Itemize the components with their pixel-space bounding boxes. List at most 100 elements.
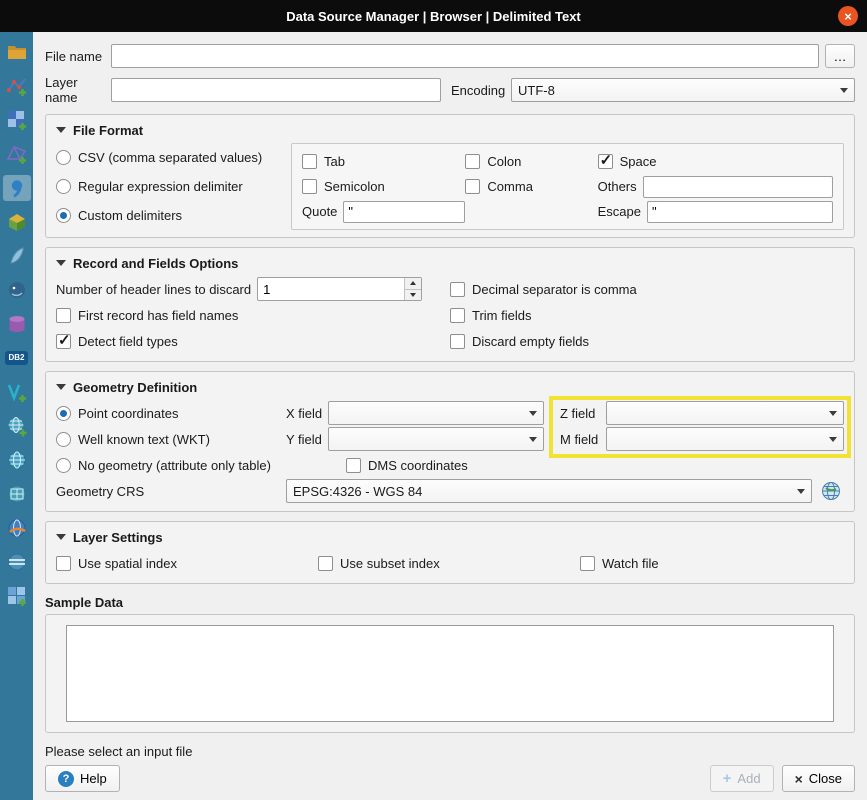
others-input[interactable] — [643, 176, 833, 198]
z-field-label: Z field — [560, 406, 606, 421]
radio-regexp-label: Regular expression delimiter — [78, 179, 243, 194]
sidebar-item-raster[interactable] — [3, 107, 31, 133]
checkbox-indicator — [465, 154, 480, 169]
z-field-select[interactable] — [606, 401, 844, 425]
radio-wkt[interactable]: Well known text (WKT) — [56, 432, 286, 447]
sidebar-item-wms-wmts[interactable] — [3, 447, 31, 473]
x-field-select[interactable] — [328, 401, 544, 425]
radio-indicator — [56, 150, 71, 165]
radio-point-coordinates[interactable]: Point coordinates — [56, 406, 286, 421]
sidebar-item-vector[interactable] — [3, 73, 31, 99]
record-fields-title: Record and Fields Options — [73, 256, 238, 271]
sidebar-item-wfs[interactable] — [3, 515, 31, 541]
sidebar-item-virtual-layer[interactable] — [3, 379, 31, 405]
record-fields-group: Record and Fields Options Number of head… — [45, 247, 855, 362]
collapse-arrow-icon — [56, 534, 66, 540]
escape-input[interactable] — [647, 201, 833, 223]
spin-up-button[interactable] — [405, 278, 421, 289]
radio-csv[interactable]: CSV (comma separated values) — [56, 150, 281, 165]
quote-input[interactable] — [343, 201, 465, 223]
chevron-down-icon — [797, 489, 805, 494]
help-button[interactable]: ? Help — [45, 765, 120, 792]
radio-no-geometry[interactable]: No geometry (attribute only table) — [56, 458, 336, 473]
add-button[interactable]: + Add — [710, 765, 774, 792]
checkbox-trim-fields-label: Trim fields — [472, 308, 531, 323]
checkbox-use-subset-index[interactable]: Use subset index — [318, 556, 580, 571]
sidebar-item-arcgis-rest[interactable] — [3, 549, 31, 575]
escape-label: Escape — [598, 204, 641, 219]
checkbox-first-record[interactable]: First record has field names — [56, 308, 450, 323]
checkbox-decimal-comma[interactable]: Decimal separator is comma — [450, 282, 844, 297]
checkbox-space[interactable]: Space — [598, 154, 833, 169]
layer-name-input[interactable] — [111, 78, 441, 102]
radio-indicator — [56, 458, 71, 473]
sidebar-item-delimited-text[interactable] — [3, 175, 31, 201]
sidebar-item-vector-tile[interactable] — [3, 583, 31, 609]
others-label: Others — [598, 179, 637, 194]
dialog-content: File name … Layer name Encoding UTF-8 Fi… — [33, 32, 867, 800]
sidebar-item-wcs[interactable] — [3, 481, 31, 507]
checkbox-detect-field-types-label: Detect field types — [78, 334, 178, 349]
window-close-button[interactable]: × — [838, 6, 858, 26]
geometry-crs-select[interactable]: EPSG:4326 - WGS 84 — [286, 479, 812, 503]
x-field-label: X field — [286, 406, 328, 421]
sidebar-item-spatialite[interactable] — [3, 243, 31, 269]
sidebar-item-postgresql[interactable] — [3, 277, 31, 303]
sidebar-item-mesh[interactable] — [3, 141, 31, 167]
sidebar-item-sap-hana[interactable] — [3, 413, 31, 439]
checkbox-indicator — [465, 179, 480, 194]
header-lines-label: Number of header lines to discard — [56, 282, 251, 297]
close-button[interactable]: × Close — [782, 765, 855, 792]
y-field-label: Y field — [286, 432, 328, 447]
encoding-label: Encoding — [451, 83, 511, 98]
record-fields-group-header[interactable]: Record and Fields Options — [56, 252, 844, 274]
chevron-down-icon — [840, 88, 848, 93]
m-field-select[interactable] — [606, 427, 844, 451]
encoding-select[interactable]: UTF-8 — [511, 78, 855, 102]
checkbox-discard-empty-label: Discard empty fields — [472, 334, 589, 349]
layer-settings-group-header[interactable]: Layer Settings — [56, 526, 844, 548]
checkbox-indicator — [56, 308, 71, 323]
sidebar-item-browser[interactable] — [3, 39, 31, 65]
data-source-manager-window: Data Source Manager | Browser | Delimite… — [0, 0, 867, 800]
collapse-arrow-icon — [56, 127, 66, 133]
checkbox-semicolon[interactable]: Semicolon — [302, 179, 465, 194]
checkbox-indicator — [450, 334, 465, 349]
file-name-label: File name — [45, 49, 111, 64]
radio-custom-delimiters[interactable]: Custom delimiters — [56, 208, 281, 223]
checkbox-tab[interactable]: Tab — [302, 154, 465, 169]
checkbox-indicator — [346, 458, 361, 473]
sidebar-item-geopackage[interactable] — [3, 209, 31, 235]
checkbox-trim-fields[interactable]: Trim fields — [450, 308, 844, 323]
header-lines-input[interactable] — [257, 277, 422, 301]
geometry-group-header[interactable]: Geometry Definition — [56, 376, 844, 398]
spin-down-button[interactable] — [405, 289, 421, 301]
checkbox-colon-label: Colon — [487, 154, 521, 169]
checkbox-dms-coordinates[interactable]: DMS coordinates — [346, 458, 468, 473]
sample-data-title: Sample Data — [45, 595, 855, 610]
checkbox-discard-empty[interactable]: Discard empty fields — [450, 334, 844, 349]
hana-globe-icon — [6, 415, 28, 437]
sample-data-area[interactable] — [66, 625, 834, 722]
chevron-down-icon — [829, 411, 837, 416]
chevron-down-icon — [529, 411, 537, 416]
browse-button[interactable]: … — [825, 44, 855, 68]
sidebar-item-oracle[interactable] — [3, 311, 31, 337]
geopackage-icon — [6, 211, 28, 233]
y-field-select[interactable] — [328, 427, 544, 451]
checkbox-watch-file[interactable]: Watch file — [580, 556, 844, 571]
checkbox-indicator — [56, 334, 71, 349]
checkbox-use-spatial-index[interactable]: Use spatial index — [56, 556, 318, 571]
file-name-input[interactable] — [111, 44, 819, 68]
arcgis-globe-icon — [6, 551, 28, 573]
collapse-arrow-icon — [56, 260, 66, 266]
crs-select-button[interactable] — [818, 479, 844, 503]
radio-no-geometry-label: No geometry (attribute only table) — [78, 458, 271, 473]
header-lines-spinner[interactable] — [257, 277, 422, 301]
checkbox-detect-field-types[interactable]: Detect field types — [56, 334, 450, 349]
checkbox-colon[interactable]: Colon — [465, 154, 597, 169]
sidebar-item-db2[interactable]: DB2 — [3, 345, 31, 371]
file-format-group-header[interactable]: File Format — [56, 119, 844, 141]
checkbox-comma[interactable]: Comma — [465, 179, 597, 194]
radio-regexp[interactable]: Regular expression delimiter — [56, 179, 281, 194]
